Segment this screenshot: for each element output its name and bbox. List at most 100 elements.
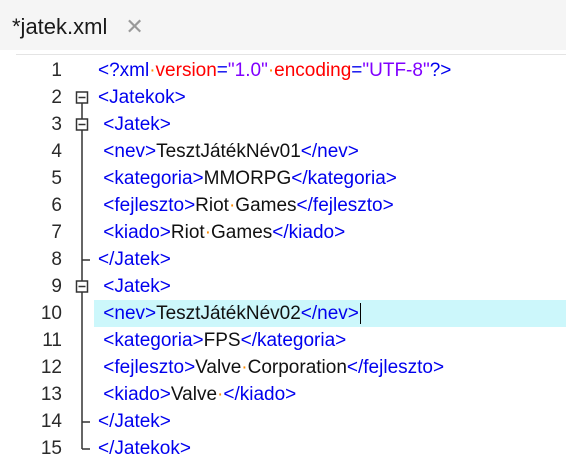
code-token: </kiado> [272,221,346,243]
code-token: = [216,59,228,81]
code-line[interactable]: 9 <Jatek> [16,273,566,300]
code-token: </kategoria> [240,329,347,351]
fold-guide [70,354,94,381]
code-line[interactable]: 12 <fejleszto> Valve · Corporation </fejlesz… [16,354,566,381]
fold-guide [70,57,94,84]
code-line[interactable]: 13 <kiado> Valve · </kiado> [16,381,566,408]
code-text[interactable]: <Jatek> [94,273,566,300]
line-number: 12 [40,356,62,378]
code-token: <kiado> [98,221,171,243]
code-line[interactable]: 3 <Jatek> [16,111,566,138]
code-text[interactable]: <kategoria> MMORPG </kategoria> [94,165,566,192]
code-text[interactable]: </Jatekok> [94,435,566,462]
code-text[interactable]: </Jatek> [94,246,566,273]
code-line[interactable]: 4 <nev> TesztJátékNév01 </nev> [16,138,566,165]
code-token: </nev> [300,140,359,162]
code-token: </Jatek> [98,410,171,432]
line-number: 1 [51,59,62,81]
code-token: </nev> [300,302,359,324]
code-text[interactable]: <kiado> Valve · </kiado> [94,381,566,408]
code-text[interactable]: <Jatekok> [94,84,566,111]
code-text[interactable]: <kiado> Riot · Games </kiado> [94,219,566,246]
code-line[interactable]: 7 <kiado> Riot · Games </kiado> [16,219,566,246]
text-caret [359,303,361,324]
code-token: "UTF-8" [362,59,430,81]
code-token: </kiado> [223,383,297,405]
line-number: 7 [51,221,62,243]
code-token: <fejleszto> [98,356,196,378]
code-line[interactable]: 8 </Jatek> [16,246,566,273]
line-number: 2 [51,86,62,108]
fold-guide [70,327,94,354]
fold-guide [70,138,94,165]
tab-jatek-xml[interactable]: *jatek.xml ✕ [12,10,144,44]
fold-guide [70,435,94,462]
code-line[interactable]: 15 </Jatekok> [16,435,566,462]
code-text[interactable]: <nev> TesztJátékNév02 </nev> [94,300,566,327]
code-line[interactable]: 5 <kategoria> MMORPG </kategoria> [16,165,566,192]
code-token: FPS [203,329,241,351]
code-token: Riot [170,221,205,243]
line-number: 3 [51,113,62,135]
code-token: TesztJátékNév02 [156,302,301,324]
code-editor[interactable]: 1 <?xml · version = "1.0" · encoding = "UTF-8" ?> 2… [16,54,566,460]
code-text[interactable]: <nev> TesztJátékNév01 </nev> [94,138,566,165]
line-number: 6 [51,194,62,216]
code-token: <Jatekok> [98,86,186,108]
code-token: </Jatek> [98,248,171,270]
fold-guide [70,381,94,408]
code-token: <Jatek> [98,113,171,135]
code-token: "1.0" [227,59,268,81]
code-line[interactable]: 2 <Jatekok> [16,84,566,111]
code-text[interactable]: <fejleszto> Valve · Corporation </fejleszto> [94,354,566,381]
code-token: version [155,59,217,81]
code-text[interactable]: <Jatek> [94,111,566,138]
code-token: <fejleszto> [98,194,196,216]
code-line[interactable]: 6 <fejleszto> Riot · Games </fejleszto> [16,192,566,219]
code-line[interactable]: 10 <nev> TesztJátékNév02 </nev> [16,300,566,327]
fold-guide [70,300,94,327]
fold-collapse-icon[interactable] [70,84,94,111]
fold-collapse-icon[interactable] [70,273,94,300]
code-token: encoding [274,59,352,81]
code-token: Games [235,194,297,216]
code-text[interactable]: <kategoria> FPS </kategoria> [94,327,566,354]
tab-bar: *jatek.xml ✕ [0,0,566,50]
code-line[interactable]: 11 <kategoria> FPS </kategoria> [16,327,566,354]
code-line[interactable]: 1 <?xml · version = "1.0" · encoding = "UTF-8" ?> [16,57,566,84]
code-token: Corporation [247,356,347,378]
code-token: Valve [170,383,218,405]
line-number: 10 [40,302,62,324]
line-number: 9 [51,275,62,297]
code-text[interactable]: <fejleszto> Riot · Games </fejleszto> [94,192,566,219]
fold-guide [70,219,94,246]
code-token: ?> [429,59,452,81]
code-text[interactable]: </Jatek> [94,408,566,435]
tab-title[interactable]: *jatek.xml [12,14,107,40]
fold-collapse-icon[interactable] [70,111,94,138]
line-number: 15 [40,437,62,459]
code-line[interactable]: 14 </Jatek> [16,408,566,435]
code-token: MMORPG [203,167,292,189]
line-number: 5 [51,167,62,189]
line-number: 8 [51,248,62,270]
code-text[interactable]: <?xml · version = "1.0" · encoding = "UTF-8" ?> [94,57,566,84]
code-token: <kategoria> [98,329,204,351]
code-token: <kiado> [98,383,171,405]
fold-guide [70,165,94,192]
line-number: 14 [40,410,62,432]
code-token: </fejleszto> [346,356,445,378]
fold-guide [70,192,94,219]
line-number: 4 [51,140,62,162]
code-token: </kategoria> [291,167,397,189]
code-token: <nev> [98,140,157,162]
line-number: 13 [40,383,62,405]
code-token: <?xml [98,59,150,81]
fold-guide [70,246,94,273]
code-token: </Jatekok> [98,437,191,459]
code-token: TesztJátékNév01 [156,140,301,162]
fold-guide [70,408,94,435]
code-token: Riot [195,194,229,216]
code-token: <Jatek> [98,275,171,297]
close-icon[interactable]: ✕ [125,14,143,40]
